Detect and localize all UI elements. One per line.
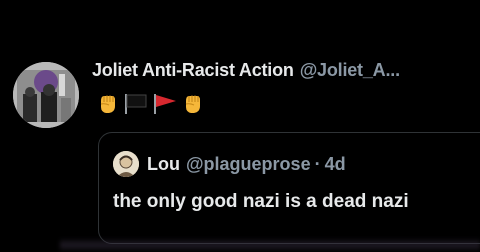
avatar[interactable] (13, 62, 79, 128)
quoted-avatar-image (113, 151, 139, 177)
raised-fist-icon (100, 95, 115, 113)
avatar-image (13, 62, 79, 128)
quoted-tweet-header: Lou @plagueprose · 4d (113, 151, 346, 177)
black-flag-icon (125, 94, 147, 114)
quoted-avatar[interactable] (113, 151, 139, 177)
blurred-content-edge (60, 238, 480, 252)
tweet[interactable]: Joliet Anti-Racist Action @Joliet_A... L… (0, 0, 480, 252)
quoted-timestamp[interactable]: 4d (325, 154, 346, 175)
bio-emoji-row (96, 90, 205, 116)
screenshot-stage: Joliet Anti-Racist Action @Joliet_A... L… (0, 0, 480, 252)
quoted-user-handle[interactable]: @plagueprose (186, 154, 311, 175)
red-triangular-flag-icon (154, 94, 176, 114)
user-handle[interactable]: @Joliet_A... (300, 60, 400, 80)
quoted-tweet[interactable]: Lou @plagueprose · 4d the only good nazi… (98, 132, 480, 244)
raised-fist-icon (185, 95, 200, 113)
quoted-display-name[interactable]: Lou (147, 154, 180, 175)
separator-dot: · (314, 153, 321, 174)
tweet-header: Joliet Anti-Racist Action @Joliet_A... (92, 60, 480, 81)
display-name[interactable]: Joliet Anti-Racist Action (92, 60, 294, 80)
quoted-tweet-text: the only good nazi is a dead nazi (113, 191, 409, 212)
